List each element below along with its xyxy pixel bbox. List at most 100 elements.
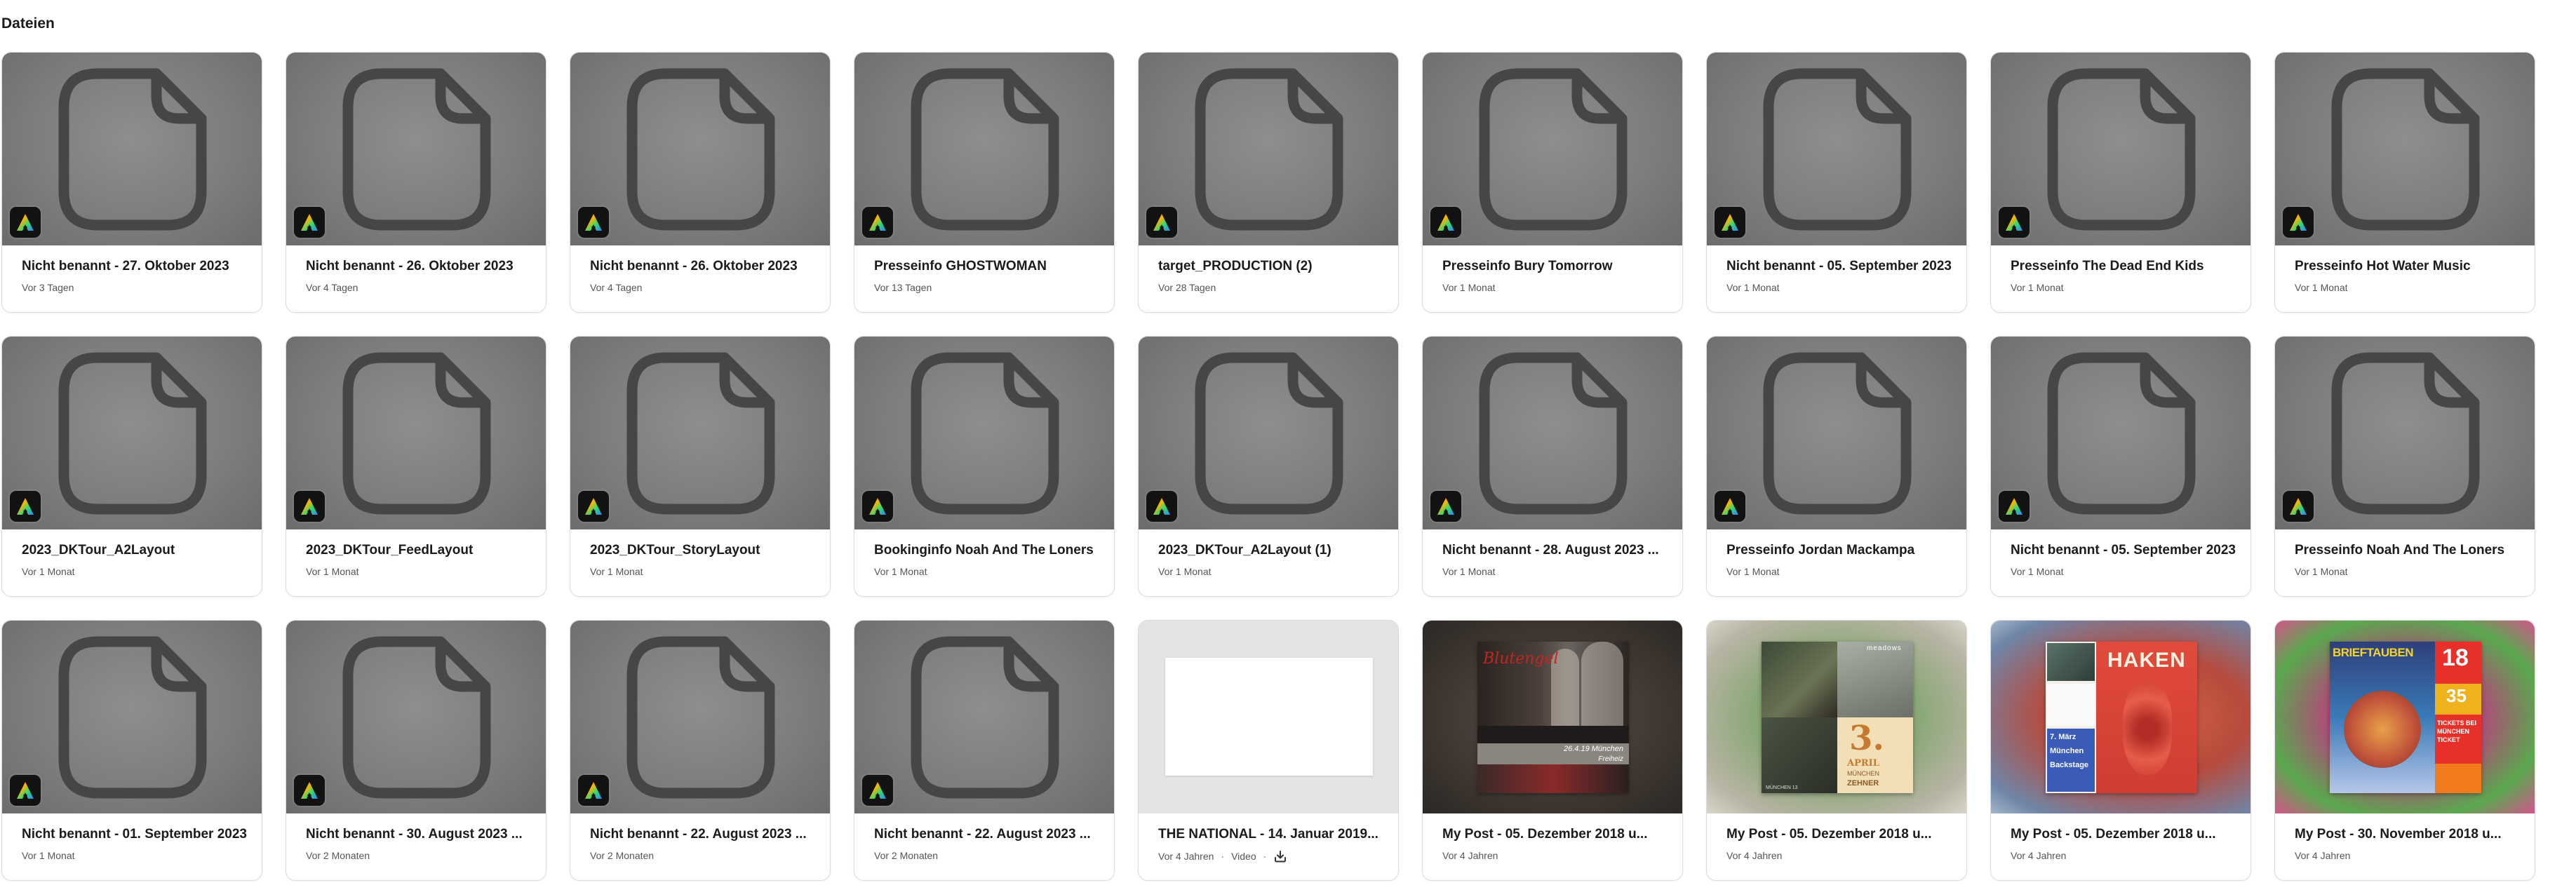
file-card[interactable]: meadows MÜNCHEN 13 3. APRIL MÜNCHEN ZEHN… xyxy=(1706,620,1967,881)
file-thumbnail[interactable] xyxy=(1707,53,1966,245)
file-card[interactable]: 2023_DKTour_A2Layout (1) Vor 1 Monat xyxy=(1138,336,1399,597)
file-card[interactable]: Presseinfo GHOSTWOMAN Vor 13 Tagen xyxy=(854,52,1115,313)
file-name[interactable]: 2023_DKTour_A2Layout xyxy=(22,542,249,559)
file-thumbnail[interactable] xyxy=(570,53,830,245)
file-name[interactable]: 2023_DKTour_StoryLayout xyxy=(590,542,817,559)
file-thumbnail[interactable] xyxy=(2,337,262,529)
file-card[interactable]: 2023_DKTour_FeedLayout Vor 1 Monat xyxy=(286,336,546,597)
file-name[interactable]: Nicht benannt - 22. August 2023 ... xyxy=(874,826,1101,843)
file-thumbnail[interactable] xyxy=(2,53,262,245)
file-name[interactable]: Presseinfo Jordan Mackampa xyxy=(1726,542,1954,559)
file-thumbnail[interactable] xyxy=(1707,337,1966,529)
file-subline: Vor 4 Tagen xyxy=(590,281,817,294)
file-modified-time: Vor 4 Tagen xyxy=(306,282,358,293)
file-name[interactable]: My Post - 05. Dezember 2018 u... xyxy=(2011,826,2238,843)
file-subline: Vor 1 Monat xyxy=(2295,565,2522,578)
document-icon xyxy=(626,636,775,799)
file-thumbnail[interactable] xyxy=(1991,337,2250,529)
download-icon[interactable] xyxy=(1273,849,1287,863)
file-name[interactable]: My Post - 05. Dezember 2018 u... xyxy=(1442,826,1670,843)
adobe-express-icon xyxy=(294,775,325,806)
file-name[interactable]: Nicht benannt - 26. Oktober 2023 xyxy=(590,258,817,275)
file-meta: Presseinfo Noah And The Loners Vor 1 Mon… xyxy=(2295,542,2522,578)
file-thumbnail[interactable] xyxy=(854,337,1114,529)
file-card[interactable]: BRIEFTAUBEN 18 35 TICKETS BEI MÜNCHEN TI… xyxy=(2274,620,2535,881)
file-card[interactable]: target_PRODUCTION (2) Vor 28 Tagen xyxy=(1138,52,1399,313)
file-name[interactable]: Nicht benannt - 05. September 2023 xyxy=(1726,258,1954,275)
file-card[interactable]: Nicht benannt - 01. September 2023 Vor 1… xyxy=(1,620,262,881)
file-thumbnail[interactable] xyxy=(2275,53,2535,245)
file-thumbnail[interactable] xyxy=(286,337,546,529)
file-name[interactable]: Presseinfo Noah And The Loners xyxy=(2295,542,2522,559)
file-card[interactable]: Nicht benannt - 26. Oktober 2023 Vor 4 T… xyxy=(570,52,831,313)
file-modified-time: Vor 1 Monat xyxy=(306,566,359,577)
file-name[interactable]: Nicht benannt - 27. Oktober 2023 xyxy=(22,258,249,275)
file-name[interactable]: Bookinginfo Noah And The Loners xyxy=(874,542,1101,559)
file-name[interactable]: Nicht benannt - 26. Oktober 2023 xyxy=(306,258,533,275)
file-card[interactable]: THE NATIONAL - 14. Januar 2019... Vor 4 … xyxy=(1138,620,1399,881)
file-card[interactable]: Presseinfo Hot Water Music Vor 1 Monat xyxy=(2274,52,2535,313)
file-thumbnail[interactable]: 7. März München Backstage HAKEN xyxy=(1991,621,2250,813)
file-thumbnail[interactable]: Blutengel 26.4.19 München Freiheiz xyxy=(1423,621,1682,813)
file-thumbnail[interactable] xyxy=(1139,53,1398,245)
file-thumbnail[interactable] xyxy=(1139,337,1398,529)
file-name[interactable]: 2023_DKTour_FeedLayout xyxy=(306,542,533,559)
file-card[interactable]: 2023_DKTour_StoryLayout Vor 1 Monat xyxy=(570,336,831,597)
file-modified-time: Vor 4 Jahren xyxy=(1726,850,1783,861)
file-meta: Nicht benannt - 26. Oktober 2023 Vor 4 T… xyxy=(590,258,817,294)
file-card[interactable]: Nicht benannt - 26. Oktober 2023 Vor 4 T… xyxy=(286,52,546,313)
file-card[interactable]: Presseinfo The Dead End Kids Vor 1 Monat xyxy=(1990,52,2251,313)
file-name[interactable]: Nicht benannt - 30. August 2023 ... xyxy=(306,826,533,843)
adobe-express-icon xyxy=(2283,207,2314,238)
file-meta: Nicht benannt - 22. August 2023 ... Vor … xyxy=(874,826,1101,862)
file-name[interactable]: Nicht benannt - 05. September 2023 xyxy=(2011,542,2238,559)
file-subline: Vor 4 Jahren xyxy=(1726,849,1954,862)
file-name[interactable]: Presseinfo Hot Water Music xyxy=(2295,258,2522,275)
file-name[interactable]: 2023_DKTour_A2Layout (1) xyxy=(1158,542,1386,559)
file-name[interactable]: Nicht benannt - 01. September 2023 xyxy=(22,826,249,843)
file-card[interactable]: Presseinfo Jordan Mackampa Vor 1 Monat xyxy=(1706,336,1967,597)
file-thumbnail[interactable] xyxy=(1423,337,1682,529)
document-icon xyxy=(1195,68,1343,231)
file-name[interactable]: Presseinfo GHOSTWOMAN xyxy=(874,258,1101,275)
file-card[interactable]: Nicht benannt - 05. September 2023 Vor 1… xyxy=(1990,336,2251,597)
file-card[interactable]: Bookinginfo Noah And The Loners Vor 1 Mo… xyxy=(854,336,1115,597)
file-card[interactable]: Nicht benannt - 22. August 2023 ... Vor … xyxy=(854,620,1115,881)
file-name[interactable]: My Post - 30. November 2018 u... xyxy=(2295,826,2522,843)
file-name[interactable]: Presseinfo The Dead End Kids xyxy=(2011,258,2238,275)
file-card[interactable]: Nicht benannt - 22. August 2023 ... Vor … xyxy=(570,620,831,881)
file-card[interactable]: Nicht benannt - 30. August 2023 ... Vor … xyxy=(286,620,546,881)
file-card[interactable]: Nicht benannt - 05. September 2023 Vor 1… xyxy=(1706,52,1967,313)
file-card[interactable]: 2023_DKTour_A2Layout Vor 1 Monat xyxy=(1,336,262,597)
file-thumbnail[interactable] xyxy=(570,621,830,813)
file-name[interactable]: Nicht benannt - 28. August 2023 ... xyxy=(1442,542,1670,559)
file-subline: Vor 2 Monaten xyxy=(590,849,817,862)
file-name[interactable]: My Post - 05. Dezember 2018 u... xyxy=(1726,826,1954,843)
file-thumbnail[interactable] xyxy=(1139,621,1398,813)
file-card[interactable]: Presseinfo Noah And The Loners Vor 1 Mon… xyxy=(2274,336,2535,597)
adobe-express-icon xyxy=(10,207,41,238)
file-card[interactable]: Nicht benannt - 27. Oktober 2023 Vor 3 T… xyxy=(1,52,262,313)
file-thumbnail[interactable]: BRIEFTAUBEN 18 35 TICKETS BEI MÜNCHEN TI… xyxy=(2275,621,2535,813)
file-card[interactable]: Blutengel 26.4.19 München Freiheiz My Po… xyxy=(1422,620,1683,881)
file-card[interactable]: 7. März München Backstage HAKEN My Post … xyxy=(1990,620,2251,881)
document-icon xyxy=(911,636,1059,799)
file-thumbnail[interactable] xyxy=(286,621,546,813)
file-thumbnail[interactable] xyxy=(1991,53,2250,245)
file-thumbnail[interactable] xyxy=(854,621,1114,813)
file-name[interactable]: THE NATIONAL - 14. Januar 2019... xyxy=(1158,826,1386,843)
file-modified-time: Vor 1 Monat xyxy=(1726,566,1780,577)
document-icon xyxy=(911,68,1059,231)
file-name[interactable]: Nicht benannt - 22. August 2023 ... xyxy=(590,826,817,843)
file-card[interactable]: Nicht benannt - 28. August 2023 ... Vor … xyxy=(1422,336,1683,597)
file-thumbnail[interactable] xyxy=(2,621,262,813)
file-name[interactable]: Presseinfo Bury Tomorrow xyxy=(1442,258,1670,275)
file-thumbnail[interactable]: meadows MÜNCHEN 13 3. APRIL MÜNCHEN ZEHN… xyxy=(1707,621,1966,813)
file-thumbnail[interactable] xyxy=(2275,337,2535,529)
file-thumbnail[interactable] xyxy=(570,337,830,529)
file-name[interactable]: target_PRODUCTION (2) xyxy=(1158,258,1386,275)
file-thumbnail[interactable] xyxy=(854,53,1114,245)
file-thumbnail[interactable] xyxy=(1423,53,1682,245)
file-thumbnail[interactable] xyxy=(286,53,546,245)
file-card[interactable]: Presseinfo Bury Tomorrow Vor 1 Monat xyxy=(1422,52,1683,313)
